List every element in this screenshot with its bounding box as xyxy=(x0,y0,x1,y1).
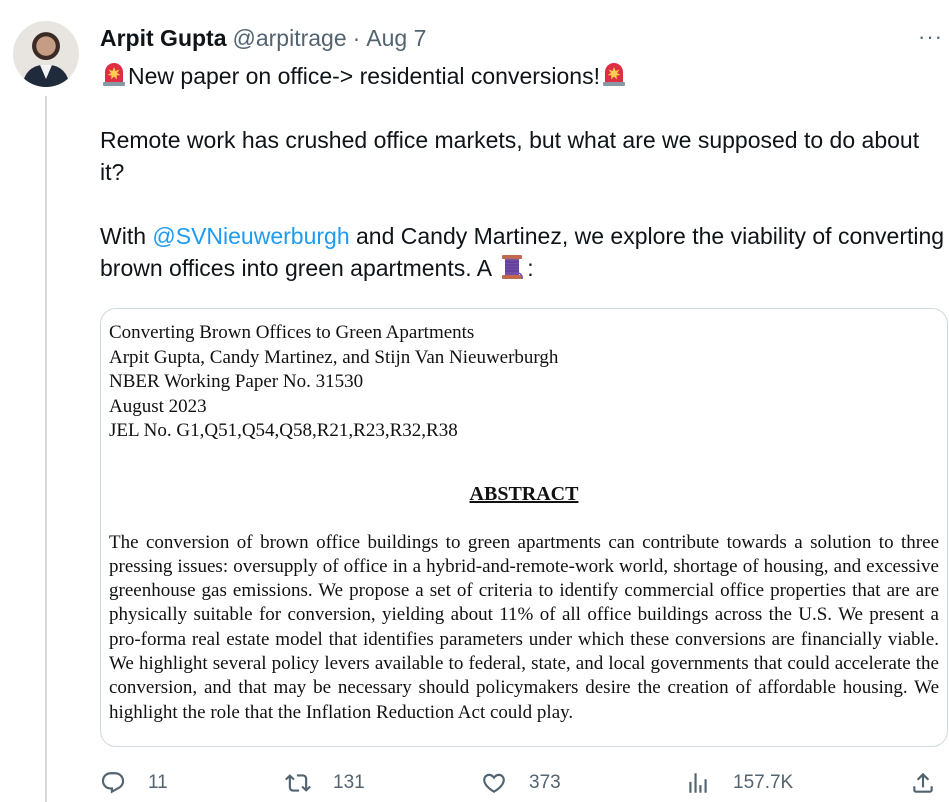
reply-icon xyxy=(101,772,125,794)
like-icon xyxy=(483,773,505,793)
abstract-heading: ABSTRACT xyxy=(469,482,579,505)
reply-button[interactable]: 11 xyxy=(100,766,168,800)
thread-line xyxy=(45,96,47,802)
author-name[interactable]: Arpit Gupta xyxy=(100,25,227,52)
tweet-date[interactable]: Aug 7 xyxy=(366,25,426,52)
tweet-line-1: New paper on office-> residential conver… xyxy=(100,60,946,92)
paper-abstract-page: Converting Brown Offices to Green Apartm… xyxy=(109,321,939,725)
header-separator: · xyxy=(352,24,361,51)
paper-meta: Converting Brown Offices to Green Apartm… xyxy=(109,321,939,444)
share-icon xyxy=(913,772,933,793)
views-button[interactable]: 157.7K xyxy=(685,766,793,800)
mention-link[interactable]: @SVNieuwerburgh xyxy=(152,223,349,249)
paper-series: NBER Working Paper No. 31530 xyxy=(109,371,364,392)
tweet-line-1-text: New paper on office-> residential conver… xyxy=(128,63,600,89)
tweet-line-2: Remote work has crushed office markets, … xyxy=(100,127,920,185)
retweet-button[interactable]: 131 xyxy=(285,766,365,800)
reply-count: 11 xyxy=(148,772,168,793)
author-avatar[interactable] xyxy=(13,21,79,87)
more-options-icon[interactable]: ··· xyxy=(918,24,943,50)
views-icon xyxy=(689,773,707,793)
abstract-text: The conversion of brown office buildings… xyxy=(109,531,939,723)
paper-image-card[interactable]: Converting Brown Offices to Green Apartm… xyxy=(100,308,948,747)
retweet-count: 131 xyxy=(333,772,365,793)
share-button[interactable] xyxy=(910,766,936,800)
tweet-header: Arpit Gupta @arpitrage · Aug 7 xyxy=(100,24,426,52)
author-handle[interactable]: @arpitrage xyxy=(233,25,347,52)
paper-jel: JEL No. G1,Q51,Q54,Q58,R21,R23,R32,R38 xyxy=(109,420,458,441)
paper-authors: Arpit Gupta, Candy Martinez, and Stijn V… xyxy=(109,346,559,368)
tweet-line-3-end: : xyxy=(527,255,534,281)
views-count: 157.7K xyxy=(733,772,794,793)
like-button[interactable]: 373 xyxy=(481,766,561,800)
tweet-actions: 11 131 373 157.7K xyxy=(100,766,946,800)
paper-date: August 2023 xyxy=(109,395,207,417)
thread-spool-emoji-icon xyxy=(499,253,525,281)
siren-emoji-icon xyxy=(600,60,628,88)
tweet-line-3: With @SVNieuwerburgh and Candy Martinez,… xyxy=(100,220,946,284)
retweet-icon xyxy=(285,774,311,792)
tweet-line-3-prefix: With xyxy=(100,223,153,249)
paper-title: Converting Brown Offices to Green Apartm… xyxy=(109,322,475,343)
like-count: 373 xyxy=(529,772,561,793)
siren-emoji-icon xyxy=(100,60,128,88)
tweet-text: New paper on office-> residential conver… xyxy=(100,60,946,284)
